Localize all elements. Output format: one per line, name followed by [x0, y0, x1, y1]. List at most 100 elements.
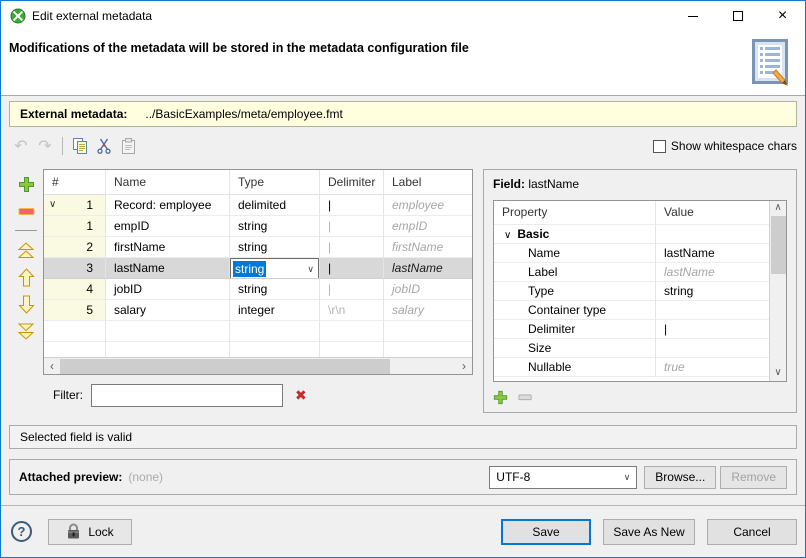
- move-up-button[interactable]: [15, 266, 37, 288]
- column-header-label[interactable]: Label: [384, 170, 472, 195]
- filter-input[interactable]: [91, 384, 283, 407]
- property-value[interactable]: string: [656, 282, 769, 301]
- move-down-button[interactable]: [15, 293, 37, 315]
- field-name-cell[interactable]: Record: employee: [106, 195, 230, 216]
- redo-button[interactable]: ↷: [33, 135, 57, 157]
- field-name-cell[interactable]: jobID: [106, 279, 230, 300]
- delimiter-cell[interactable]: |: [320, 237, 384, 258]
- vscroll-thumb[interactable]: [771, 216, 786, 274]
- delimiter-cell[interactable]: |: [320, 279, 384, 300]
- table-row[interactable]: 2firstNamestring|firstName: [44, 237, 472, 258]
- field-type-cell[interactable]: string: [230, 237, 320, 258]
- field-type-cell[interactable]: string: [230, 279, 320, 300]
- property-row[interactable]: Container type: [494, 301, 769, 320]
- close-button[interactable]: ×: [760, 1, 805, 31]
- hscroll-track[interactable]: [60, 358, 456, 375]
- field-type-cell[interactable]: string∨: [230, 258, 320, 279]
- copy-button[interactable]: [68, 135, 92, 157]
- undo-button[interactable]: ↶: [9, 135, 33, 157]
- table-row[interactable]: 5salaryinteger\r\nsalary: [44, 300, 472, 321]
- table-row[interactable]: 1empIDstring|empID: [44, 216, 472, 237]
- table-row[interactable]: ∨1Record: employeedelimited|employee: [44, 195, 472, 216]
- property-table[interactable]: Property Value ∨BasicNamelastNameLabella…: [493, 200, 787, 382]
- save-as-new-button[interactable]: Save As New: [603, 519, 695, 545]
- cancel-button[interactable]: Cancel: [707, 519, 797, 545]
- remove-property-icon[interactable]: [518, 394, 533, 401]
- property-value[interactable]: lastName: [656, 263, 769, 282]
- scroll-right-icon[interactable]: ›: [456, 359, 472, 374]
- maximize-button[interactable]: [715, 1, 760, 31]
- column-header-delimiter[interactable]: Delimiter: [320, 170, 384, 195]
- scroll-down-icon[interactable]: ∨: [770, 366, 786, 381]
- field-name-cell[interactable]: salary: [106, 300, 230, 321]
- cut-button[interactable]: [92, 135, 116, 157]
- field-type-cell[interactable]: delimited: [230, 195, 320, 216]
- property-row[interactable]: Size: [494, 339, 769, 358]
- column-header-value[interactable]: Value: [656, 201, 769, 225]
- delimiter-cell[interactable]: \r\n: [320, 300, 384, 321]
- lock-button[interactable]: Lock: [48, 519, 132, 545]
- delimiter-cell[interactable]: |: [320, 195, 384, 216]
- move-top-button[interactable]: [15, 239, 37, 261]
- property-row[interactable]: Nullabletrue: [494, 358, 769, 377]
- metadata-pane: # Name Type Delimiter Label ∨1Record: em…: [43, 169, 473, 417]
- delimiter-cell[interactable]: |: [320, 216, 384, 237]
- label-cell[interactable]: salary: [384, 300, 472, 321]
- save-button[interactable]: Save: [501, 519, 591, 545]
- property-group-row[interactable]: ∨Basic: [494, 225, 769, 244]
- remove-button[interactable]: Remove: [720, 466, 787, 489]
- property-row[interactable]: LabellastName: [494, 263, 769, 282]
- chevron-down-icon[interactable]: ∨: [504, 230, 511, 241]
- add-field-button[interactable]: [15, 173, 37, 195]
- add-property-icon[interactable]: [493, 390, 508, 405]
- dialog-footer: ? Lock Save Save As New Cancel: [1, 505, 805, 557]
- column-header-property[interactable]: Property: [494, 201, 656, 225]
- clear-filter-icon[interactable]: ✖: [295, 388, 307, 402]
- show-whitespace-checkbox[interactable]: [653, 140, 666, 153]
- show-whitespace-label: Show whitespace chars: [671, 139, 797, 153]
- remove-field-button[interactable]: [15, 200, 37, 222]
- property-value[interactable]: |: [656, 320, 769, 339]
- encoding-select[interactable]: UTF-8 ∨: [489, 466, 637, 489]
- row-number: 4: [86, 282, 93, 296]
- help-button[interactable]: ?: [11, 521, 32, 542]
- field-type-cell[interactable]: string: [230, 216, 320, 237]
- field-name-cell[interactable]: empID: [106, 216, 230, 237]
- scroll-up-icon[interactable]: ∧: [770, 201, 786, 216]
- minimize-button[interactable]: [670, 1, 715, 31]
- field-type-cell[interactable]: integer: [230, 300, 320, 321]
- table-row[interactable]: 3lastNamestring∨|lastName: [44, 258, 472, 279]
- move-bottom-button[interactable]: [15, 320, 37, 342]
- type-combobox[interactable]: string∨: [230, 258, 319, 279]
- label-cell[interactable]: jobID: [384, 279, 472, 300]
- vertical-scrollbar[interactable]: ∧ ∨: [769, 201, 786, 381]
- property-value[interactable]: lastName: [656, 244, 769, 263]
- property-value[interactable]: [656, 301, 769, 320]
- label-cell[interactable]: employee: [384, 195, 472, 216]
- table-row[interactable]: 4jobIDstring|jobID: [44, 279, 472, 300]
- delimiter-cell[interactable]: |: [320, 258, 384, 279]
- property-value[interactable]: true: [656, 358, 769, 377]
- column-header-num[interactable]: #: [44, 170, 106, 195]
- row-number-cell: 3: [44, 258, 106, 279]
- column-header-type[interactable]: Type: [230, 170, 320, 195]
- field-name-cell[interactable]: lastName: [106, 258, 230, 279]
- chevron-down-icon[interactable]: ∨: [49, 195, 56, 215]
- vscroll-track[interactable]: [770, 216, 786, 366]
- property-row[interactable]: Delimiter|: [494, 320, 769, 339]
- property-value[interactable]: [656, 339, 769, 358]
- field-name-cell[interactable]: firstName: [106, 237, 230, 258]
- paste-button[interactable]: [116, 135, 140, 157]
- label-cell[interactable]: firstName: [384, 237, 472, 258]
- horizontal-scrollbar[interactable]: ‹ ›: [44, 357, 472, 374]
- browse-button[interactable]: Browse...: [644, 466, 716, 489]
- label-cell[interactable]: empID: [384, 216, 472, 237]
- metadata-table[interactable]: # Name Type Delimiter Label ∨1Record: em…: [43, 169, 473, 375]
- scroll-left-icon[interactable]: ‹: [44, 359, 60, 374]
- hscroll-thumb[interactable]: [60, 359, 390, 374]
- column-header-name[interactable]: Name: [106, 170, 230, 195]
- property-row[interactable]: NamelastName: [494, 244, 769, 263]
- label-cell[interactable]: lastName: [384, 258, 472, 279]
- property-row[interactable]: Typestring: [494, 282, 769, 301]
- combo-chevron-icon[interactable]: ∨: [303, 259, 318, 279]
